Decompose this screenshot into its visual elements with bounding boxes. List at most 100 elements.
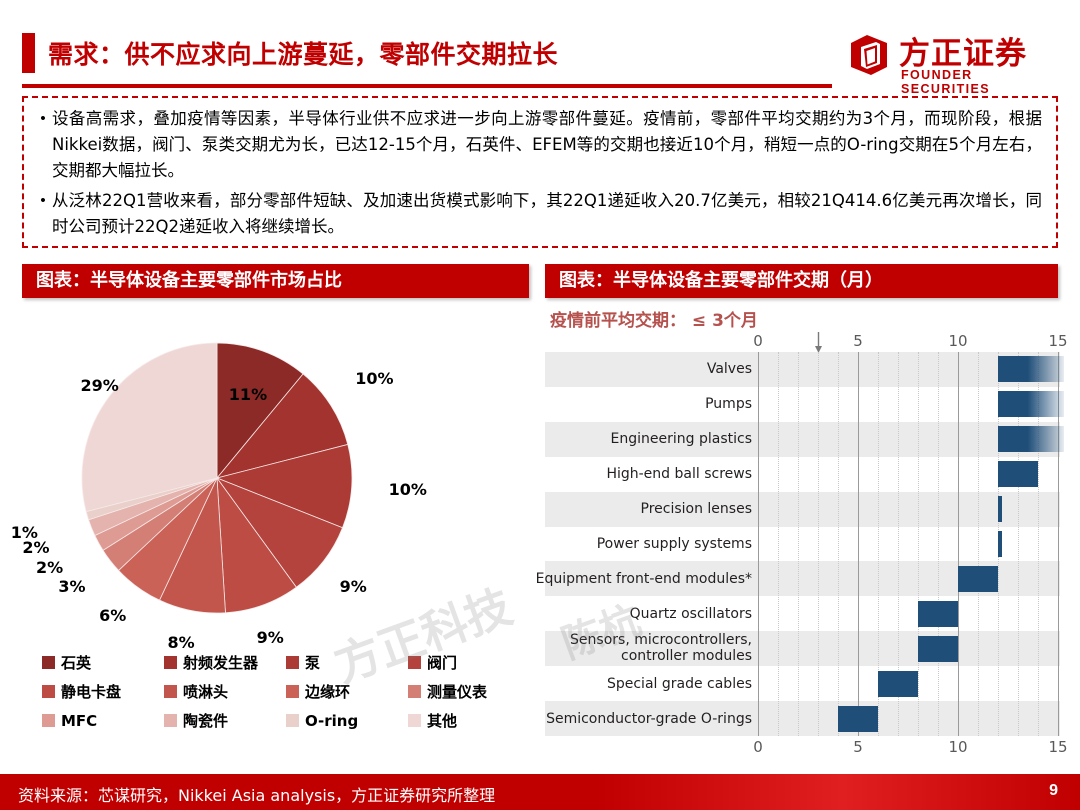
bar-axis-tick-label: 0 [753, 738, 763, 756]
bullet-item: • 设备高需求，叠加疫情等因素，半导体行业供不应求进一步向上游零部件蔓延。疫情前… [34, 106, 1042, 184]
bar-range [998, 356, 1064, 383]
legend-label: 静电卡盘 [61, 683, 122, 701]
legend-item[interactable]: 喷淋头 [164, 681, 286, 702]
bullet-item: • 从泛林22Q1营收来看，部分零部件短缺、及加速出货模式影响下，其22Q1递延… [34, 188, 1042, 240]
pie-slice-label: 10% [388, 479, 427, 499]
pie-slice-label: 29% [80, 376, 119, 396]
summary-text-box: • 设备高需求，叠加疫情等因素，半导体行业供不应求进一步向上游零部件蔓延。疫情前… [22, 96, 1058, 248]
slide-header: 需求：供不应求向上游蔓延，零部件交期拉长 方正证券 FOUNDER SECURI… [0, 0, 1080, 96]
bar-axis-tick-label: 10 [948, 738, 968, 756]
bar-chart: 0 5 10 15 Valves Pumps Engineering plastics Hi… [536, 332, 1068, 762]
bar-row-label: Engineering plastics [610, 431, 752, 448]
pie-slice-label: 3% [58, 577, 86, 597]
legend-item[interactable]: O-ring [286, 710, 408, 731]
bar-range [918, 635, 958, 662]
bullet-text-2: 从泛林22Q1营收来看，部分零部件短缺、及加速出货模式影响下，其22Q1递延收入… [52, 191, 1042, 236]
legend-item[interactable]: 陶瓷件 [164, 710, 286, 731]
legend-item[interactable]: 石英 [42, 652, 164, 673]
page-title: 需求：供不应求向上游蔓延，零部件交期拉长 [48, 40, 559, 69]
legend-swatch-icon [286, 685, 299, 698]
bar-row-label: Equipment front-end modules* [535, 570, 752, 587]
pie-chart-legend: 石英 射频发生器 泵 阀门 静电卡盘 喷淋头 边缘环 测量仪表 MFC 陶瓷件 O-ring 其他 [42, 652, 532, 731]
legend-swatch-icon [42, 656, 55, 669]
bar-range [838, 705, 878, 732]
logo-english-name: FOUNDER SECURITIES [901, 68, 991, 96]
legend-item[interactable]: 边缘环 [286, 681, 408, 702]
legend-label: 射频发生器 [183, 654, 259, 672]
bar-row-label: Power supply systems [596, 536, 752, 552]
bar-axis-tick-label: 5 [853, 332, 863, 350]
legend-label: 边缘环 [305, 683, 351, 701]
bar-minor-gridline [798, 352, 799, 736]
legend-label: MFC [61, 711, 98, 730]
logo-chinese-name: 方正证券 [899, 36, 1027, 72]
pie-chart-svg [81, 342, 353, 614]
bar-axis-tick-label: 0 [753, 332, 763, 350]
bar-chart-subtitle: 疫情前平均交期： ≤ 3个月 [550, 311, 758, 331]
bar-minor-gridline [918, 352, 919, 736]
pie-slice-label: 11% [228, 385, 268, 405]
legend-item[interactable]: 静电卡盘 [42, 681, 164, 702]
bullet-marker: • [40, 192, 46, 209]
pie-slice-label: 8% [167, 633, 195, 653]
legend-swatch-icon [42, 685, 55, 698]
legend-swatch-icon [408, 714, 421, 727]
legend-swatch-icon [408, 656, 421, 669]
pie-slice-label: 10% [355, 368, 394, 388]
bar-row-label: Semiconductor-grade O-rings [546, 710, 752, 727]
pie-slice-label: 2% [36, 557, 64, 577]
bar-chart-plot-area: Valves Pumps Engineering plastics High-end … [536, 352, 1064, 736]
pie-slice-label: 6% [99, 605, 127, 625]
bar-row-label: Precision lenses [640, 501, 753, 518]
founder-logo-icon [851, 35, 887, 75]
bar-range [958, 565, 998, 592]
bullet-text-1: 设备高需求，叠加疫情等因素，半导体行业供不应求进一步向上游零部件蔓延。疫情前，零… [52, 109, 1042, 180]
bar-row-label: Valves [706, 361, 752, 378]
bar-range [998, 426, 1064, 453]
legend-label: O-ring [305, 711, 359, 730]
bar-row-label: Quartz oscillators [629, 605, 752, 622]
legend-item[interactable]: MFC [42, 710, 164, 731]
bar-major-gridline [758, 352, 759, 736]
bar-major-gridline [958, 352, 959, 736]
legend-item[interactable]: 射频发生器 [164, 652, 286, 673]
footer-page-number: 9 [1049, 782, 1058, 799]
pie-slice-label: 1% [10, 522, 38, 542]
bar-range [918, 600, 958, 627]
bar-minor-gridline [978, 352, 979, 736]
bar-major-gridline [858, 352, 859, 736]
bar-minor-gridline [938, 352, 939, 736]
bar-chart-axis-top: 0 5 10 15 [545, 332, 1068, 353]
legend-label: 喷淋头 [183, 683, 229, 701]
bar-row-label: Sensors, microcontrollers, controller mo… [570, 631, 752, 664]
bar-row-label: High-end ball screws [606, 466, 752, 483]
bar-minor-gridline [778, 352, 779, 736]
legend-swatch-icon [164, 656, 177, 669]
legend-label: 陶瓷件 [183, 712, 229, 730]
legend-label: 石英 [61, 654, 92, 672]
legend-label: 泵 [305, 654, 321, 672]
bar-minor-gridline [818, 352, 819, 736]
bar-minor-gridline [838, 352, 839, 736]
footer-source-text: 资料来源：芯谋研究，Nikkei Asia analysis，方正证券研究所整理 [18, 786, 496, 805]
slide-footer: 资料来源：芯谋研究，Nikkei Asia analysis，方正证券研究所整理… [0, 774, 1080, 810]
bar-axis-tick-label: 15 [1048, 332, 1068, 350]
legend-swatch-icon [408, 685, 421, 698]
bar-range [998, 391, 1064, 418]
bar-row-label: Special grade cables [606, 675, 752, 692]
pre-pandemic-marker-arrow-icon [814, 332, 822, 353]
legend-swatch-icon [164, 685, 177, 698]
legend-label: 其他 [427, 712, 458, 730]
bullet-marker: • [40, 110, 46, 127]
legend-swatch-icon [286, 714, 299, 727]
bar-range [998, 496, 1002, 523]
pie-chart-panel-title: 图表：半导体设备主要零部件市场占比 [22, 264, 529, 298]
company-logo: 方正证券 FOUNDER SECURITIES [847, 28, 1062, 96]
legend-swatch-icon [42, 714, 55, 727]
bar-range [998, 461, 1038, 488]
bar-axis-tick-label: 15 [1048, 738, 1068, 756]
legend-item[interactable]: 泵 [286, 652, 408, 673]
bar-range [878, 670, 918, 697]
bar-row-label: Pumps [705, 396, 752, 413]
slide: 需求：供不应求向上游蔓延，零部件交期拉长 方正证券 FOUNDER SECURI… [0, 0, 1080, 810]
